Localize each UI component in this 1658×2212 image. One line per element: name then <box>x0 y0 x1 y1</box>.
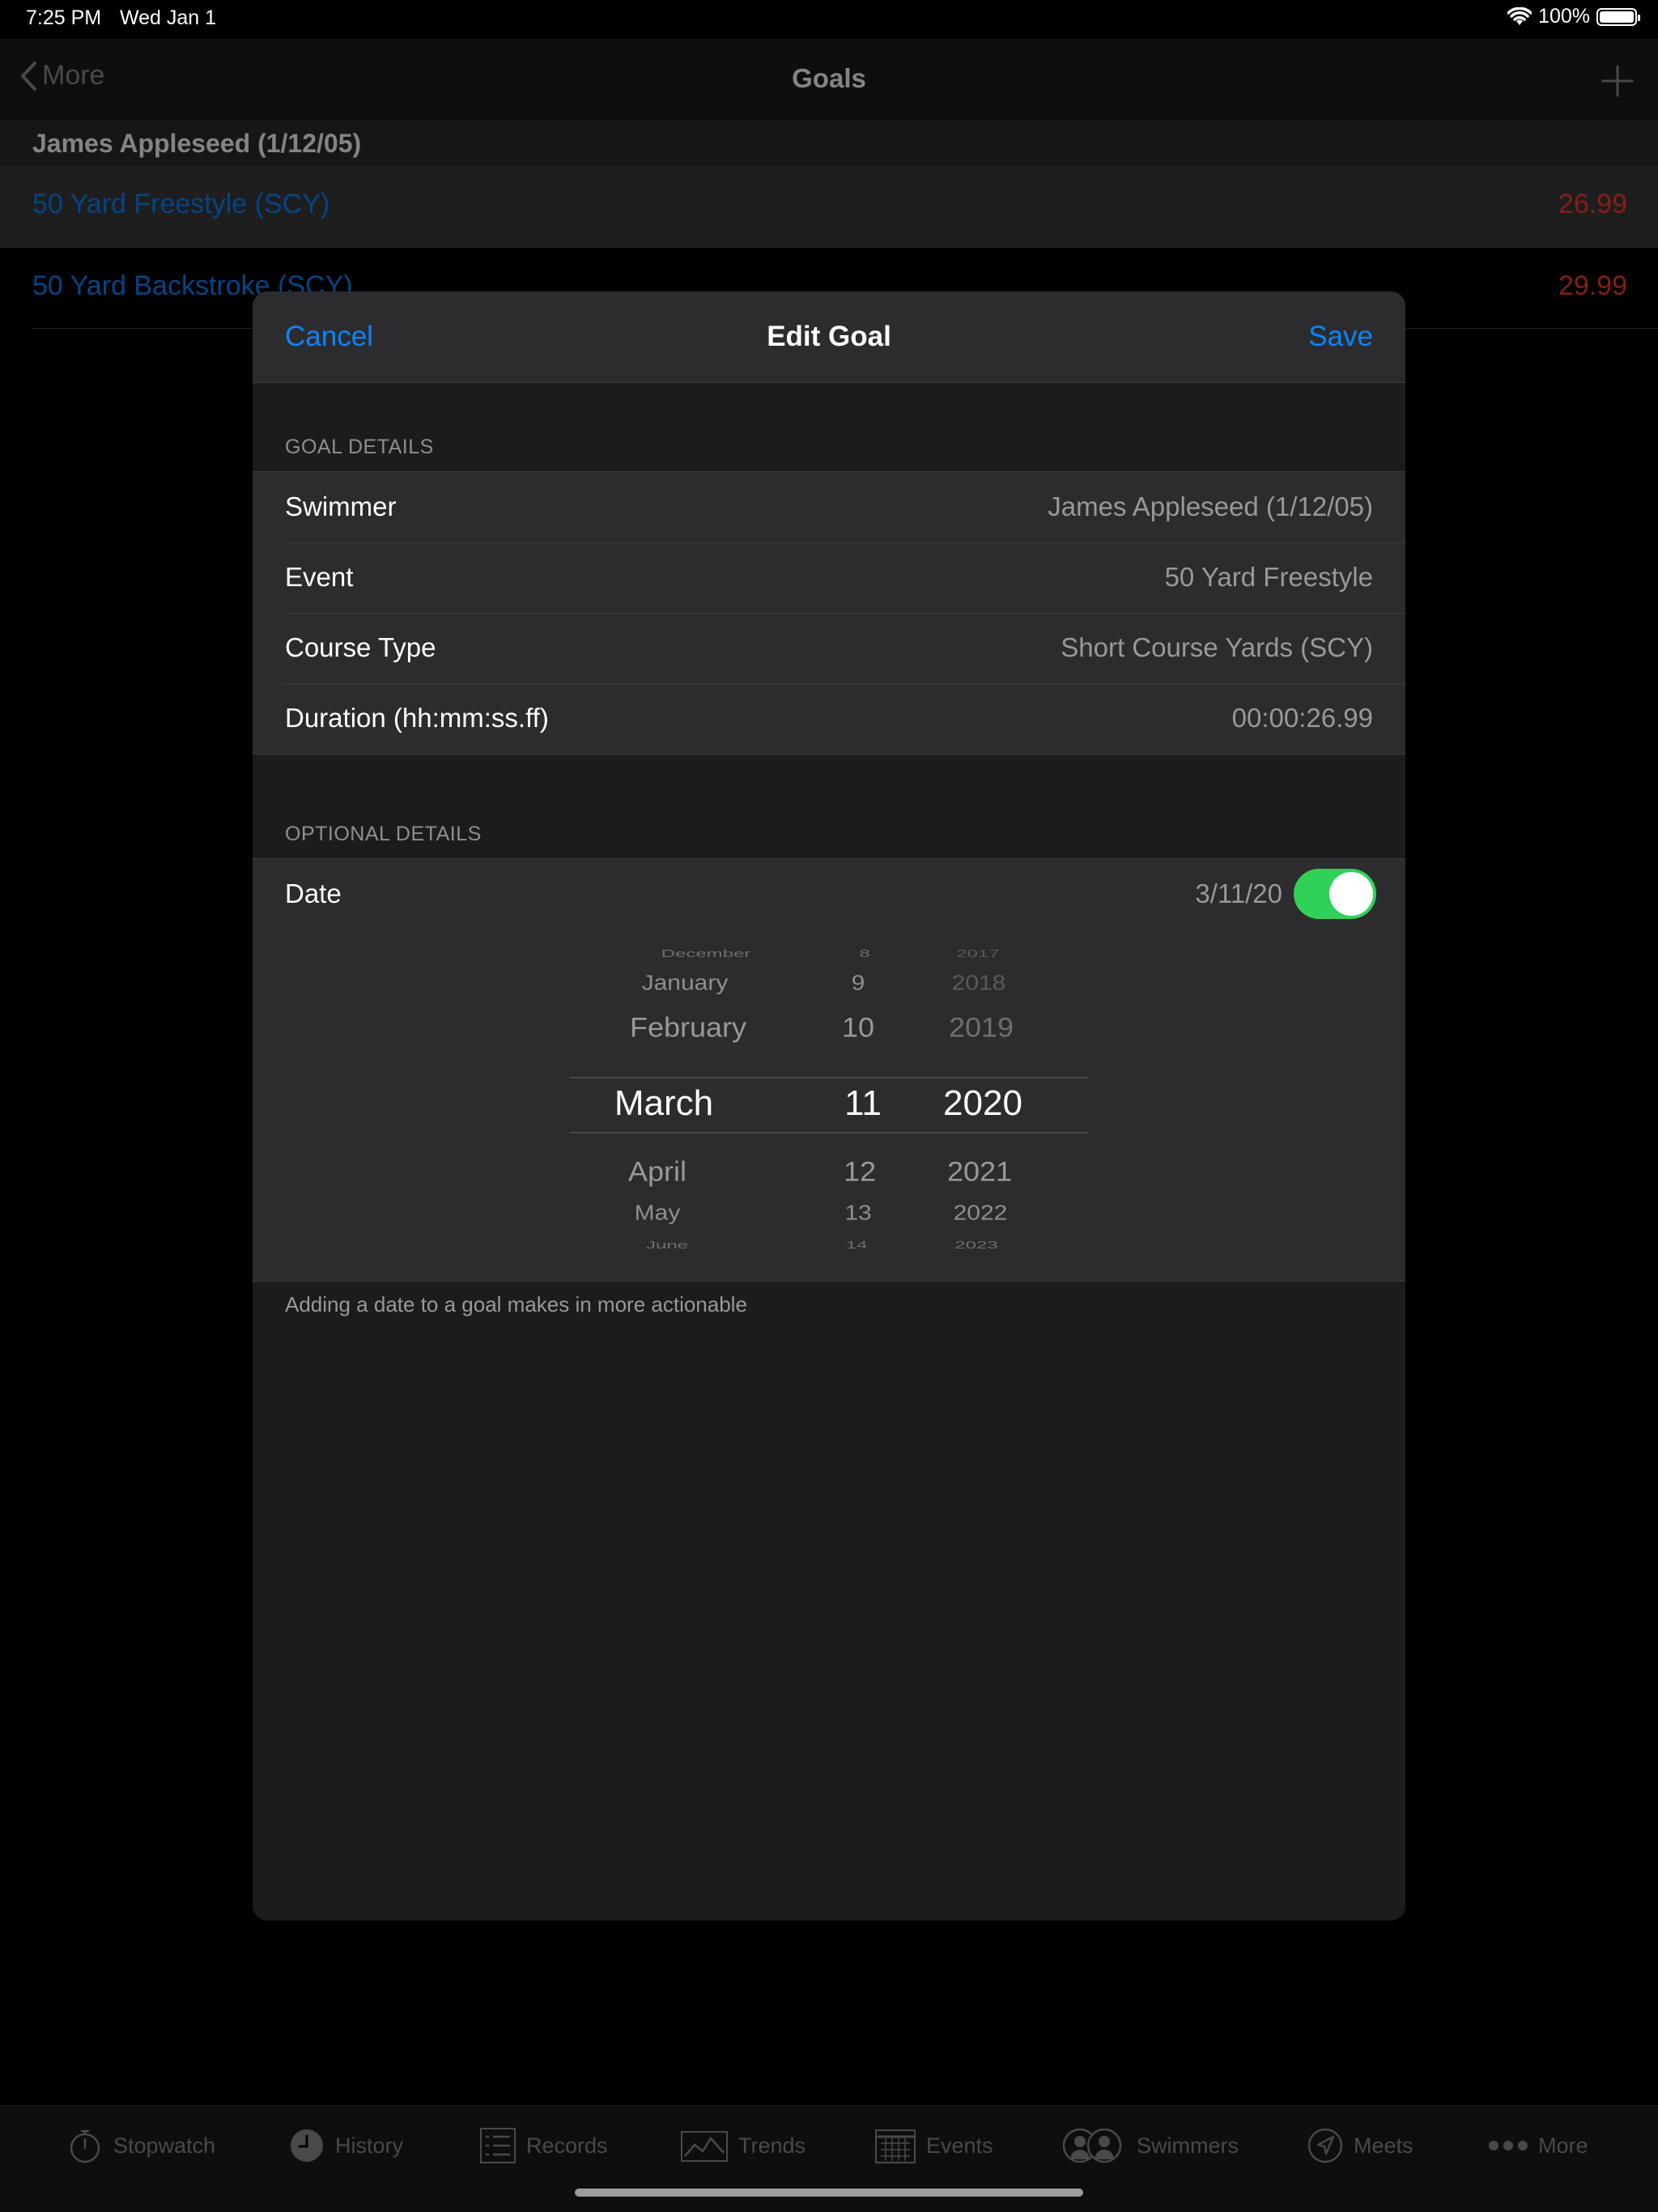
duration-cell[interactable]: Duration (hh:mm:ss.ff) 00:00:26.99 <box>253 683 1405 754</box>
calendar-icon <box>875 2129 916 2163</box>
optional-details-group: Date 3/11/20 <box>253 858 1405 930</box>
event-cell[interactable]: Event 50 Yard Freestyle <box>253 542 1405 613</box>
picker-option[interactable]: 2018 <box>857 972 1100 996</box>
picker-selection-line-top <box>570 1077 1088 1078</box>
people-icon <box>1062 2128 1122 2163</box>
date-value: 3/11/20 <box>1195 878 1282 908</box>
battery-fill <box>1600 11 1634 23</box>
cell-value: 00:00:26.99 <box>1231 703 1373 733</box>
picker-selection-line-bottom <box>570 1132 1088 1134</box>
tab-swimmers[interactable]: Swimmers <box>1057 2127 1239 2164</box>
battery-icon <box>1596 7 1640 26</box>
page-title: Goals <box>792 63 866 93</box>
course-type-cell[interactable]: Course Type Short Course Yards (SCY) <box>253 613 1405 683</box>
tab-events[interactable]: Events <box>874 2127 993 2164</box>
modal-title: Edit Goal <box>767 321 891 352</box>
swimmer-cell[interactable]: Swimmer James Appleseed (1/12/05) <box>253 472 1405 542</box>
tab-label: Records <box>526 2133 608 2158</box>
tab-label: History <box>335 2133 404 2158</box>
optional-details-header: OPTIONAL DETAILS <box>285 823 482 845</box>
tab-records[interactable]: Records <box>479 2127 608 2164</box>
wifi-icon <box>1507 6 1533 25</box>
stopwatch-icon <box>70 2129 100 2163</box>
toggle-knob <box>1329 872 1373 916</box>
date-footer-note: Adding a date to a goal makes in more ac… <box>285 1292 747 1317</box>
tab-label: Swimmers <box>1137 2133 1239 2158</box>
edit-goal-modal: Cancel Edit Goal Save GOAL DETAILS Swimm… <box>253 291 1405 1921</box>
location-arrow-icon <box>1307 2128 1343 2163</box>
status-time: 7:25 PM <box>26 6 102 29</box>
date-toggle[interactable] <box>1294 869 1376 919</box>
picker-option[interactable]: 2021 <box>858 1155 1101 1188</box>
cell-label: Date <box>285 878 342 908</box>
tab-label: Stopwatch <box>113 2133 216 2158</box>
tab-label: Meets <box>1354 2133 1414 2158</box>
tab-meets[interactable]: Meets <box>1307 2127 1414 2164</box>
tab-trends[interactable]: Trends <box>680 2127 806 2164</box>
cell-value: 50 Yard Freestyle <box>1164 562 1373 592</box>
goal-row[interactable]: 50 Yard Freestyle (SCY) 26.99 <box>0 166 1658 248</box>
tab-label: Trends <box>738 2133 806 2158</box>
picker-option[interactable]: 2017 <box>857 947 1099 959</box>
goal-time: 29.99 <box>1558 270 1627 301</box>
status-indicators: 100% <box>1507 5 1640 28</box>
goal-details-header: GOAL DETAILS <box>285 436 434 458</box>
cell-label: Event <box>285 562 354 592</box>
goal-event-name: 50 Yard Freestyle (SCY) <box>32 189 330 219</box>
status-bar: 7:25 PM Wed Jan 1 100% <box>0 0 1658 39</box>
status-date: Wed Jan 1 <box>120 6 217 29</box>
plus-icon <box>1601 65 1634 97</box>
clock-icon <box>291 2129 323 2162</box>
tab-more[interactable]: More <box>1488 2127 1588 2164</box>
save-button[interactable]: Save <box>1308 321 1373 353</box>
list-icon <box>480 2128 516 2163</box>
section-title: James Appleseed (1/12/05) <box>32 129 362 158</box>
tab-stopwatch[interactable]: Stopwatch <box>66 2127 215 2164</box>
modal-header: Cancel Edit Goal Save <box>253 291 1405 383</box>
date-cell: Date 3/11/20 <box>253 859 1405 929</box>
picker-option[interactable]: 2019 <box>860 1011 1103 1044</box>
date-picker[interactable]: December January February March April May June… <box>253 929 1405 1282</box>
home-indicator <box>575 2189 1083 2197</box>
tab-label: Events <box>926 2133 993 2158</box>
ellipsis-icon <box>1489 2141 1528 2150</box>
battery-percent: 100% <box>1538 5 1590 28</box>
nav-bar: More Goals <box>0 39 1658 121</box>
goal-time: 26.99 <box>1558 189 1627 219</box>
goal-details-group: Swimmer James Appleseed (1/12/05) Event … <box>253 471 1405 755</box>
tab-label: More <box>1538 2133 1588 2158</box>
cell-label: Duration (hh:mm:ss.ff) <box>285 703 549 733</box>
cell-label: Course Type <box>285 632 436 662</box>
swimmer-section-header: James Appleseed (1/12/05) <box>0 121 1658 166</box>
picker-option[interactable]: 2020 <box>861 1083 1104 1124</box>
tab-history[interactable]: History <box>288 2127 403 2164</box>
picker-option[interactable]: 2023 <box>855 1239 1098 1251</box>
cell-label: Swimmer <box>285 491 397 521</box>
chart-icon <box>681 2131 728 2162</box>
cell-value: James Appleseed (1/12/05) <box>1048 491 1373 521</box>
cell-value: Short Course Yards (SCY) <box>1061 632 1373 662</box>
picker-option[interactable]: 2022 <box>859 1202 1102 1226</box>
add-button[interactable] <box>1601 53 1634 108</box>
